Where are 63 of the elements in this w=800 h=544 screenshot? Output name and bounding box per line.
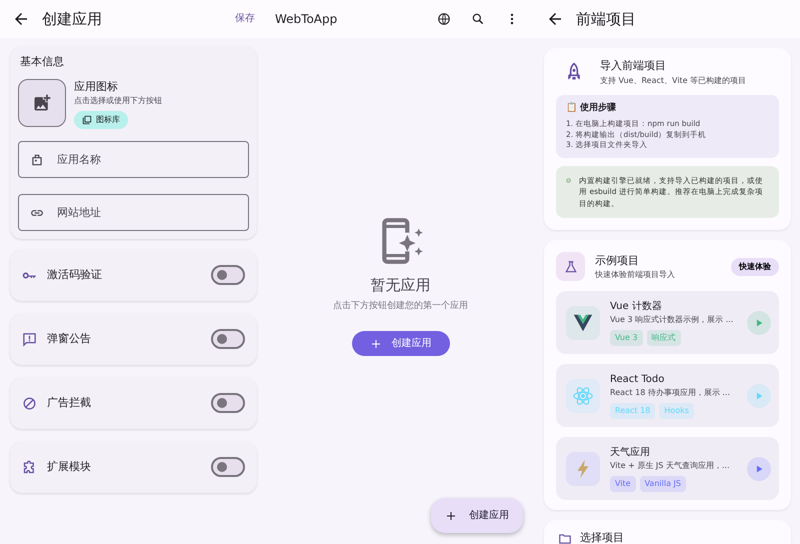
toggle-switch[interactable]	[211, 457, 245, 477]
empty-hint: 点击下方按钮创建您的第一个应用	[333, 300, 468, 312]
project-name: Vue 计数器	[610, 300, 663, 314]
gallery-icon	[82, 115, 92, 125]
quick-try-button[interactable]: 快速体验	[731, 258, 779, 276]
sample-project-card[interactable]: React Todo React 18 待办事项应用，展示 ... React 18 Hooks	[556, 364, 779, 428]
atom-icon	[572, 384, 594, 407]
sample-project-card[interactable]: 天气应用 Vite + 原生 JS 天气查询应用，... Vite Vanilla JS	[556, 437, 779, 500]
tag: Hooks	[659, 403, 694, 420]
setting-label: 扩展模块	[47, 458, 92, 475]
toggle-switch[interactable]	[211, 393, 245, 413]
gallery-button[interactable]: 图标库	[74, 111, 128, 129]
search-icon[interactable]	[471, 12, 485, 26]
puzzle-icon	[22, 460, 37, 474]
badge-icon	[30, 153, 44, 167]
tag: Vite	[610, 476, 636, 492]
section-heading: 基本信息	[20, 54, 65, 70]
icon-hint: 点击选择或使用下方按钮	[74, 95, 162, 107]
save-button[interactable]: 保存	[233, 11, 257, 27]
sample-project-card[interactable]: Vue 计数器 Vue 3 响应式计数器示例，展示 ... Vue 3 响应式	[556, 291, 779, 354]
toggle-switch[interactable]	[211, 329, 245, 349]
add-image-icon	[32, 92, 52, 112]
toggle-switch[interactable]	[211, 265, 245, 285]
tag: React 18	[610, 403, 656, 420]
folder-icon	[558, 532, 572, 544]
setting-label: 广告拦截	[47, 394, 92, 411]
setting-label: 激活码验证	[47, 266, 103, 283]
flask-icon	[556, 252, 585, 282]
card-title: 导入前端项目	[600, 58, 667, 74]
plus-icon	[370, 338, 382, 350]
steps-title: 📋 使用步骤	[566, 102, 618, 114]
create-app-fab[interactable]: 创建应用	[431, 498, 523, 533]
setting-label: 弹窗公告	[47, 330, 92, 347]
screen-title: 前端项目	[576, 8, 636, 30]
project-name: React Todo	[610, 373, 666, 388]
play-icon	[754, 464, 764, 474]
block-icon	[22, 396, 37, 410]
tag: 响应式	[646, 330, 681, 346]
play-icon	[754, 318, 764, 328]
play-button[interactable]	[747, 456, 771, 481]
tag: Vanilla JS	[640, 476, 686, 492]
globe-icon[interactable]	[437, 12, 451, 26]
project-name: 天气应用	[610, 446, 651, 460]
text-field[interactable]: 网站地址	[18, 194, 249, 231]
empty-title: 暂无应用	[370, 275, 430, 296]
app-icon-picker[interactable]	[18, 78, 66, 126]
project-description: Vue 3 响应式计数器示例，展示 ...	[610, 314, 734, 326]
card-subtitle: 支持 Vue、React、Vite 等已构建的项目	[600, 74, 746, 86]
plus-icon	[445, 510, 457, 522]
create-app-button[interactable]: 创建应用	[352, 331, 450, 356]
project-description: Vite + 原生 JS 天气查询应用，...	[610, 460, 731, 472]
play-button[interactable]	[747, 310, 771, 335]
card-subtitle: 快速体验前端项目导入	[595, 269, 676, 282]
play-icon	[754, 390, 764, 401]
icon-label: 应用图标	[74, 78, 119, 94]
app-title: WebToApp	[275, 11, 338, 28]
text-field[interactable]: 应用名称	[18, 141, 249, 178]
card-title: 示例项目	[595, 252, 640, 269]
tag: Vue 3	[610, 330, 643, 346]
project-description: React 18 待办事项应用，展示 ...	[610, 387, 731, 400]
alert-message-icon	[22, 332, 37, 346]
screen-title: 创建应用	[42, 8, 103, 30]
card-title: 选择项目	[580, 530, 624, 544]
